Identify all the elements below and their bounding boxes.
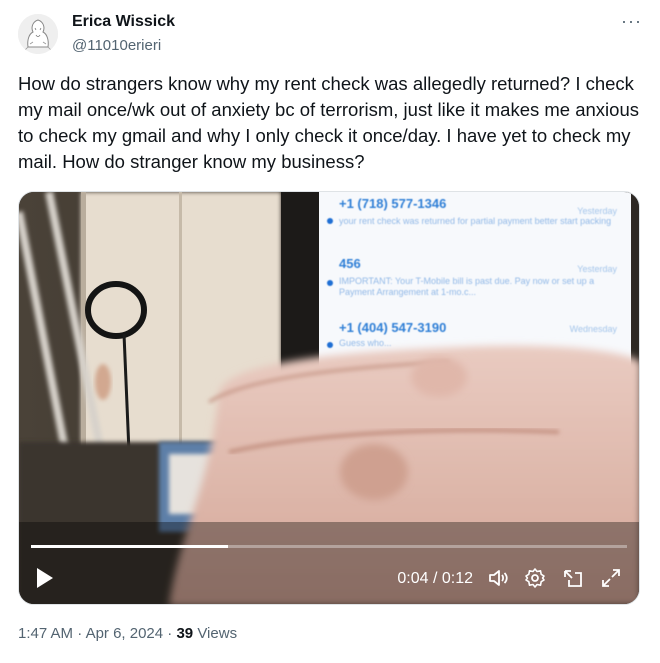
avatar[interactable] — [18, 14, 58, 54]
separator: · — [167, 625, 173, 642]
message-date: Yesterday — [577, 206, 617, 216]
message-date: Wednesday — [569, 324, 617, 334]
post-date[interactable]: Apr 6, 2024 — [86, 625, 164, 642]
settings-icon[interactable] — [523, 566, 547, 590]
video-progress-fill — [31, 545, 228, 548]
message-preview: Guess who... — [339, 338, 392, 348]
message-sender: +1 (718) 577-1346 — [339, 196, 447, 211]
pip-icon[interactable] — [561, 566, 585, 590]
post-time[interactable]: 1:47 AM — [18, 625, 73, 642]
fullscreen-icon[interactable] — [599, 566, 623, 590]
author-handle[interactable]: @11010erieri — [72, 37, 161, 54]
views-label[interactable]: Views — [197, 625, 237, 642]
video-player[interactable]: +1 (718) 577-1346 Yesterday your rent ch… — [18, 191, 640, 605]
avatar-drawing — [18, 14, 58, 54]
video-progress-bar[interactable] — [31, 545, 627, 548]
message-sender: 456 — [339, 256, 361, 271]
more-icon[interactable]: ··· — [621, 11, 642, 32]
message-sender: +1 (404) 547-3190 — [339, 320, 447, 335]
message-preview: your rent check was returned for partial… — [339, 216, 612, 226]
views-count[interactable]: 39 — [176, 625, 193, 642]
author-name[interactable]: Erica Wissick — [72, 13, 175, 31]
volume-icon[interactable] — [487, 566, 511, 590]
play-icon[interactable] — [35, 566, 55, 590]
phone-screen: +1 (718) 577-1346 Yesterday your rent ch… — [319, 192, 631, 372]
unread-dot — [327, 280, 333, 286]
tweet-card: Erica Wissick @11010erieri ··· How do st… — [0, 0, 660, 663]
message-date: Yesterday — [577, 264, 617, 274]
unread-dot — [327, 218, 333, 224]
post-meta: 1:47 AM · Apr 6, 2024 · 39 Views — [18, 625, 237, 642]
unread-dot — [327, 342, 333, 348]
message-preview: IMPORTANT: Your T-Mobile bill is past du… — [339, 276, 595, 297]
video-time: 0:04 / 0:12 — [397, 570, 473, 587]
post-text: How do strangers know why my rent check … — [18, 73, 639, 172]
separator: · — [77, 625, 83, 642]
